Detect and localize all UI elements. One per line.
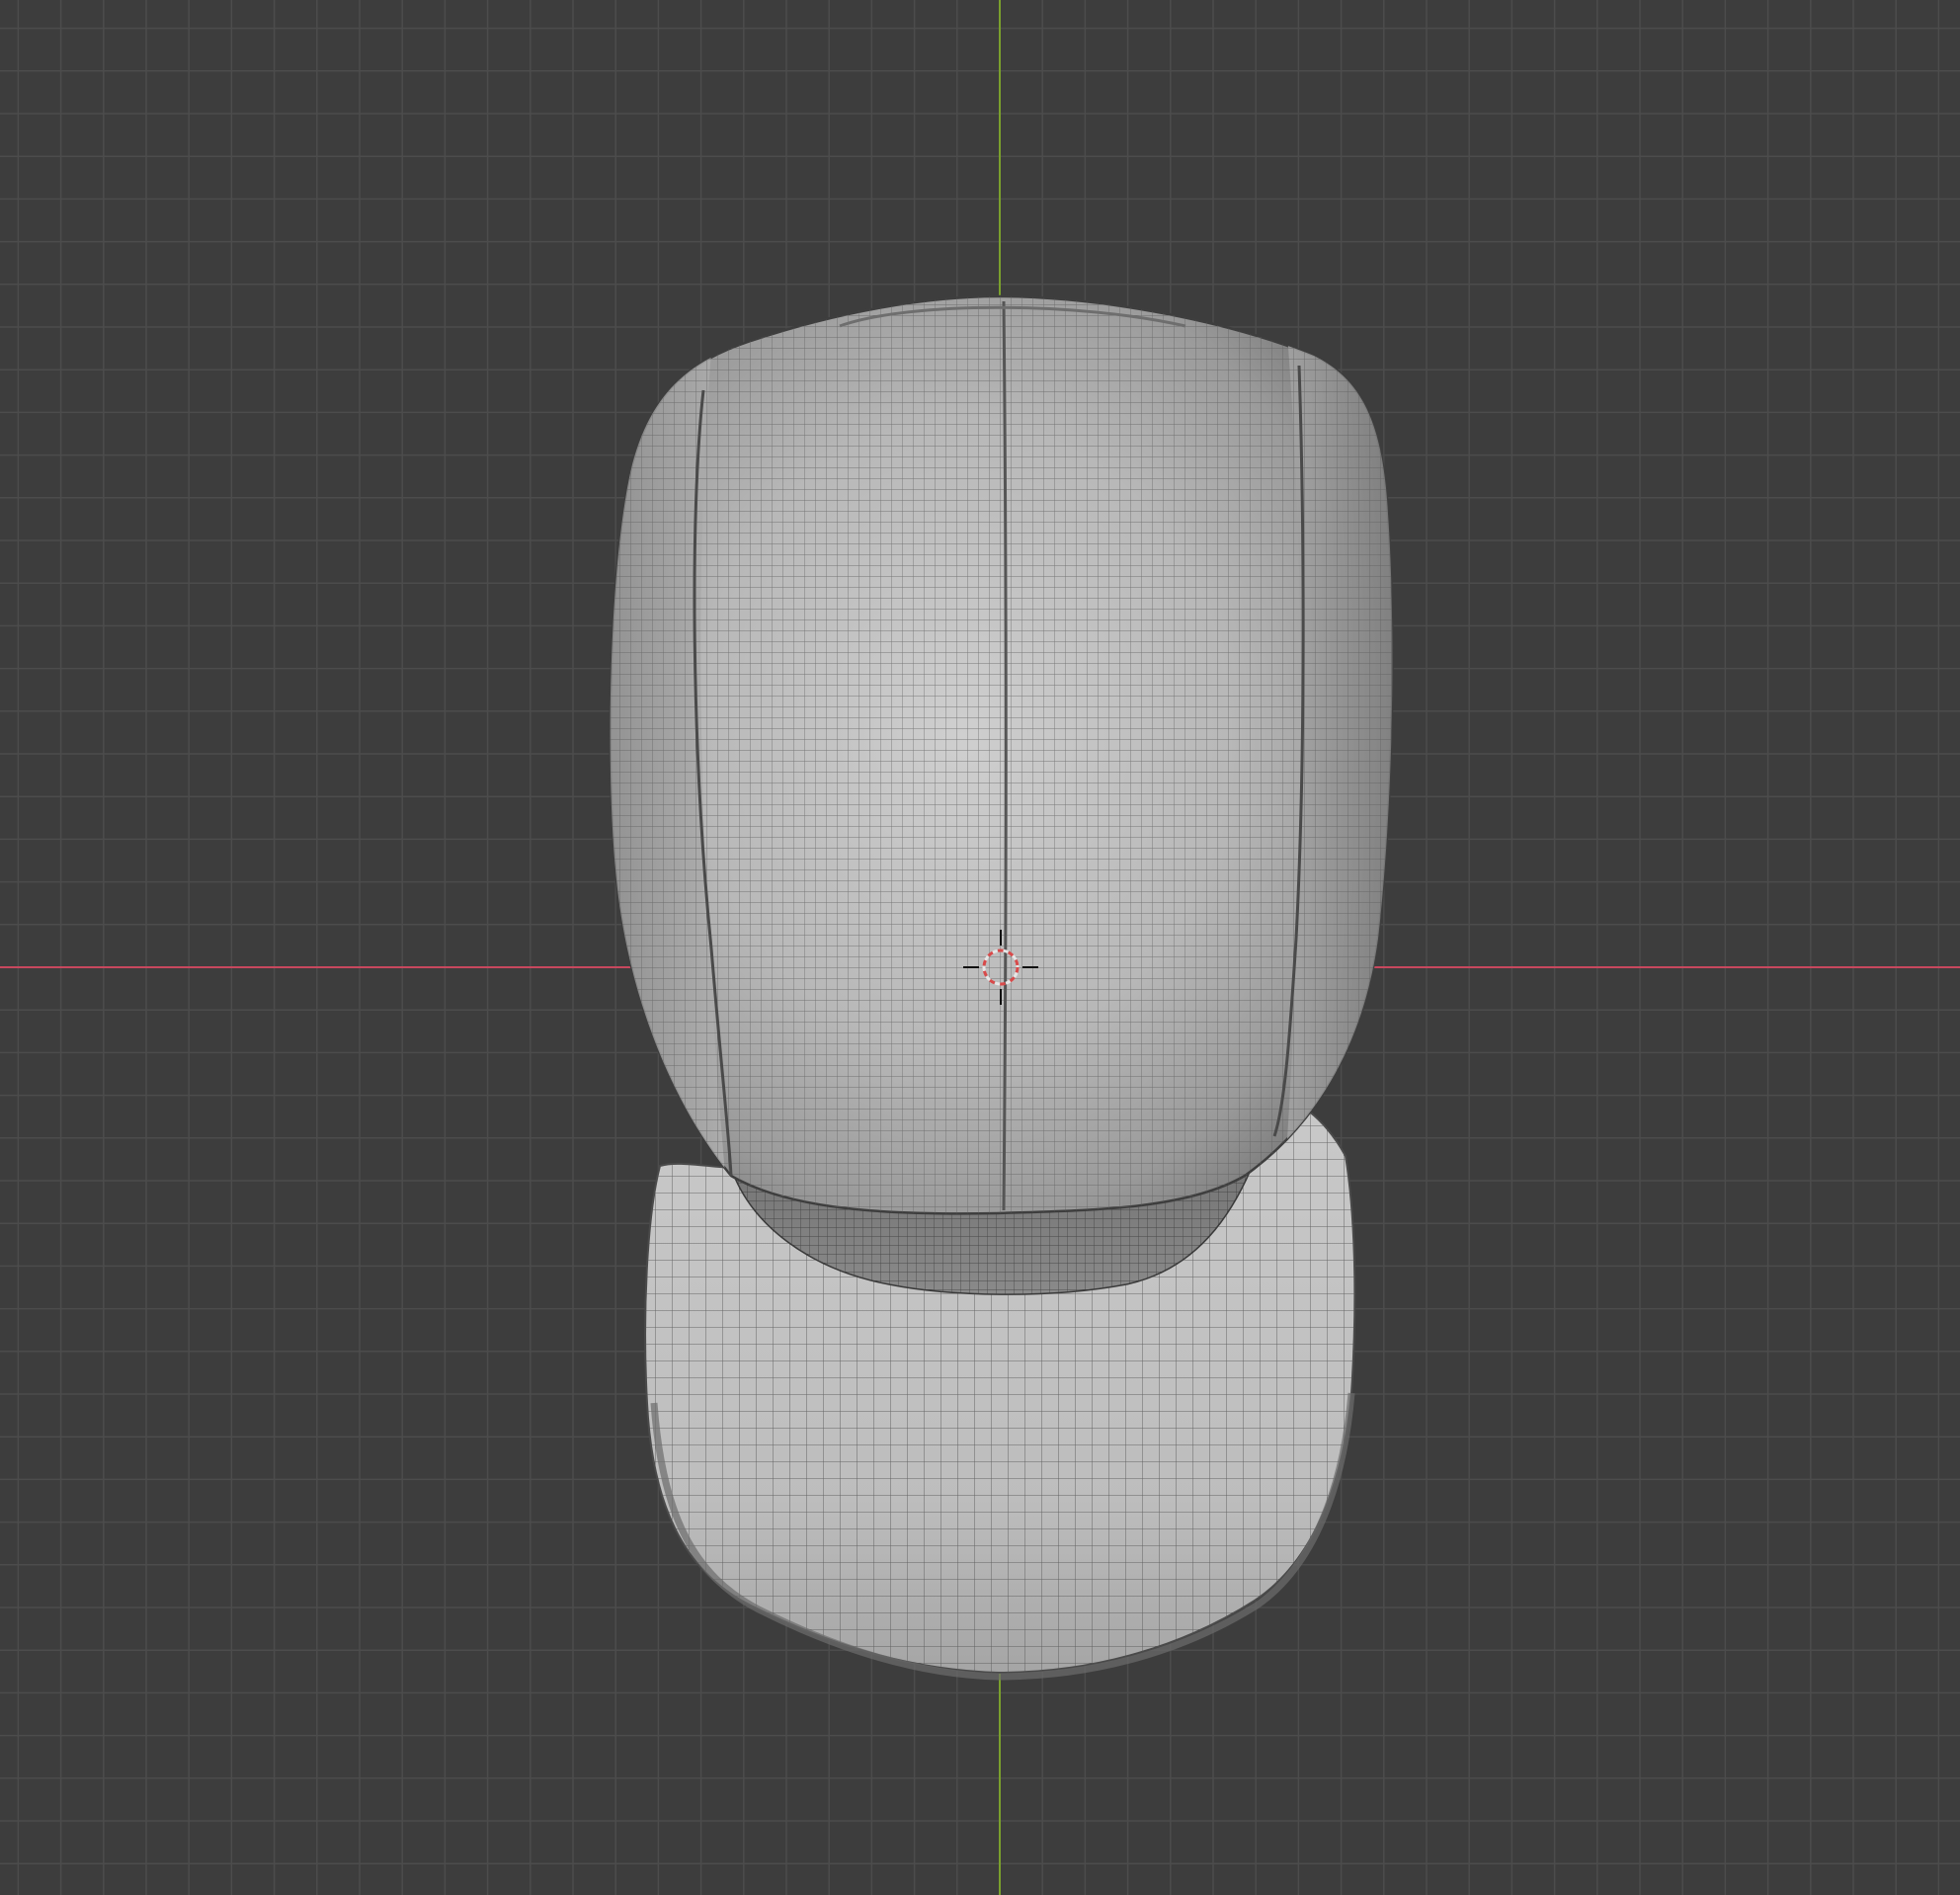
3d-viewport[interactable] [0, 0, 1960, 1895]
cap-crown[interactable] [593, 287, 1403, 1225]
viewport-canvas[interactable] [0, 0, 1960, 1895]
